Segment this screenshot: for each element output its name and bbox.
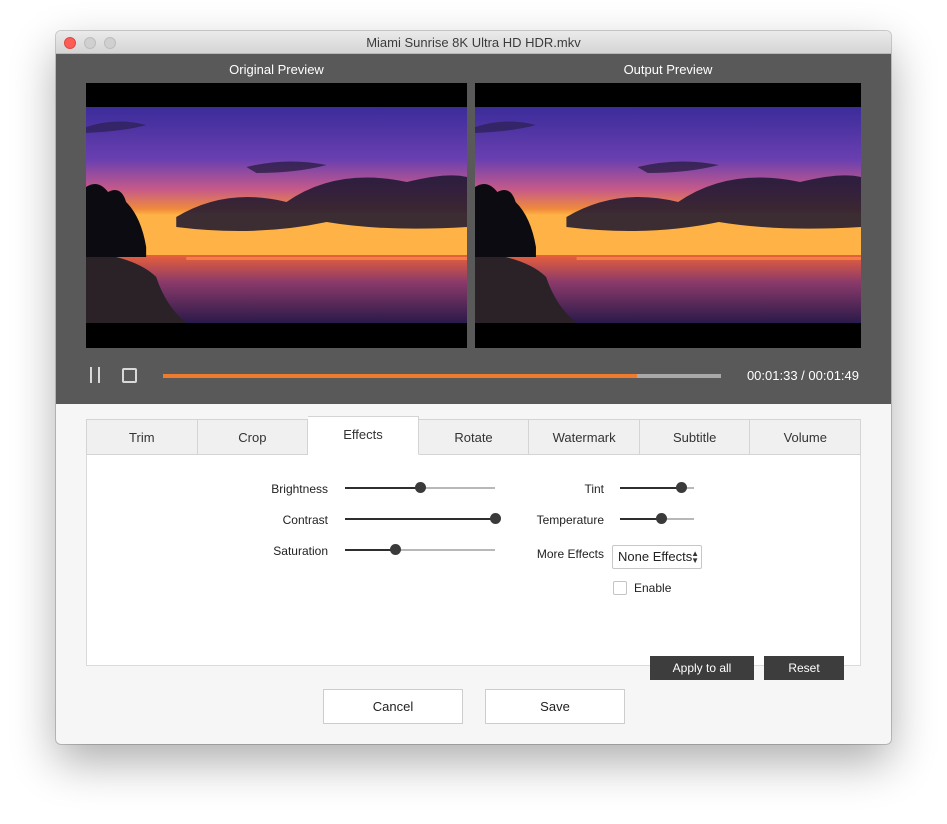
temperature-label: Temperature bbox=[536, 513, 604, 527]
playback-progress-bar[interactable] bbox=[163, 374, 721, 378]
timecode: 00:01:33 / 00:01:49 bbox=[746, 368, 859, 383]
contrast-slider[interactable] bbox=[345, 512, 501, 526]
original-preview-video bbox=[86, 83, 467, 348]
reset-button[interactable]: Reset bbox=[764, 656, 844, 680]
progress-fill bbox=[163, 374, 638, 378]
slider-knob[interactable] bbox=[655, 513, 667, 524]
tab-subtitle[interactable]: Subtitle bbox=[639, 419, 751, 455]
sunset-frame-image bbox=[475, 107, 861, 323]
tab-volume[interactable]: Volume bbox=[750, 419, 862, 455]
brightness-slider[interactable] bbox=[345, 481, 495, 495]
contrast-label: Contrast bbox=[282, 513, 328, 527]
stop-button[interactable] bbox=[122, 368, 137, 383]
slider-knob[interactable] bbox=[415, 482, 426, 493]
output-preview-video bbox=[475, 83, 861, 348]
editor-window: Miami Sunrise 8K Ultra HD HDR.mkv Origin… bbox=[56, 31, 891, 744]
apply-to-all-button[interactable]: Apply to all bbox=[650, 656, 754, 680]
enable-label: Enable bbox=[634, 581, 672, 595]
tint-slider[interactable] bbox=[620, 481, 694, 495]
original-preview-label: Original Preview bbox=[229, 62, 324, 77]
tab-watermark[interactable]: Watermark bbox=[529, 419, 640, 455]
tab-effects[interactable]: Effects bbox=[308, 416, 419, 455]
more-effects-label: More Effects bbox=[536, 547, 604, 561]
preview-area: Original Preview Output Preview 00:01:33… bbox=[56, 54, 891, 404]
saturation-slider[interactable] bbox=[345, 543, 495, 557]
sunset-frame-image bbox=[86, 107, 467, 323]
more-effects-value: None Effects bbox=[618, 549, 693, 564]
window-title: Miami Sunrise 8K Ultra HD HDR.mkv bbox=[366, 35, 581, 50]
saturation-label: Saturation bbox=[273, 544, 328, 558]
edit-tabs: Trim Crop Effects Rotate Watermark Subti… bbox=[86, 416, 862, 455]
slider-knob[interactable] bbox=[675, 482, 687, 493]
tab-rotate[interactable]: Rotate bbox=[418, 419, 530, 455]
pause-icon bbox=[90, 367, 92, 383]
more-effects-select[interactable]: None Effects ▲ ▼ bbox=[612, 545, 702, 569]
tab-crop[interactable]: Crop bbox=[197, 419, 309, 455]
tab-trim[interactable]: Trim bbox=[86, 419, 198, 455]
save-button[interactable]: Save bbox=[485, 689, 625, 724]
pause-button[interactable] bbox=[87, 367, 103, 383]
cancel-button[interactable]: Cancel bbox=[323, 689, 463, 724]
slider-knob[interactable] bbox=[389, 544, 401, 555]
tint-label: Tint bbox=[584, 482, 604, 496]
select-arrows-icon: ▲ ▼ bbox=[691, 549, 699, 565]
title-bar: Miami Sunrise 8K Ultra HD HDR.mkv bbox=[56, 31, 891, 54]
enable-checkbox[interactable] bbox=[613, 581, 627, 595]
slider-knob[interactable] bbox=[490, 513, 501, 524]
output-preview-label: Output Preview bbox=[623, 62, 713, 77]
temperature-slider[interactable] bbox=[620, 512, 694, 526]
brightness-label: Brightness bbox=[271, 482, 328, 496]
edit-panel: Trim Crop Effects Rotate Watermark Subti… bbox=[86, 416, 862, 680]
